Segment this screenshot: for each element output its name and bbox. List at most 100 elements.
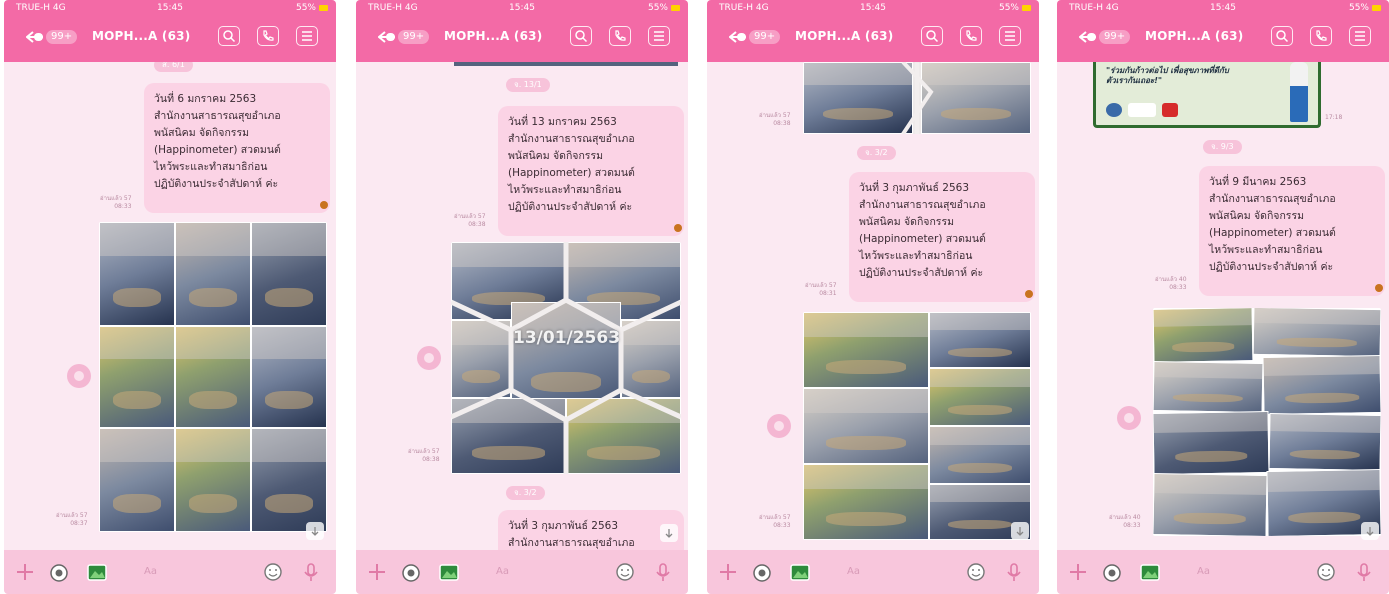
- chat-title[interactable]: MOPH...A (63): [795, 29, 893, 43]
- back-arrow-icon[interactable]: [729, 31, 747, 43]
- read-receipt: อ่านแล้ว 57 08:37: [56, 512, 88, 528]
- menu-icon[interactable]: [1349, 26, 1371, 46]
- text-message[interactable]: วันที่ 13 มกราคม 2563 สำนักงานสาธารณสุขอ…: [498, 106, 684, 236]
- phone-icon[interactable]: [1310, 26, 1332, 46]
- read-count: อ่านแล้ว 40: [1109, 514, 1141, 521]
- camera-icon[interactable]: [400, 561, 422, 583]
- photo-tile: [566, 398, 681, 474]
- emoji-icon[interactable]: [614, 561, 636, 583]
- image-icon[interactable]: [86, 561, 108, 583]
- status-time: 15:45: [1210, 3, 1236, 13]
- message-input[interactable]: Aa: [496, 566, 509, 577]
- chat-area[interactable]: จ. 13/1 วันที่ 13 มกราคม 2563 สำนักงานสา…: [356, 62, 688, 550]
- photo-collage[interactable]: 13/01/2563: [451, 242, 681, 474]
- back-arrow-icon[interactable]: [1079, 31, 1097, 43]
- photo-tile: [175, 326, 251, 428]
- emoji-icon[interactable]: [1315, 561, 1337, 583]
- microphone-icon[interactable]: [1353, 561, 1375, 583]
- avatar[interactable]: [767, 414, 791, 438]
- camera-icon[interactable]: [48, 561, 70, 583]
- camera-icon[interactable]: [1101, 561, 1123, 583]
- phone-icon[interactable]: [257, 26, 279, 46]
- status-bar: TRUE-H 4G 15:45 55%: [356, 0, 688, 16]
- scroll-down-icon[interactable]: [1011, 522, 1029, 540]
- scroll-down-icon[interactable]: [1361, 522, 1379, 540]
- search-icon[interactable]: [921, 26, 943, 46]
- menu-icon[interactable]: [999, 26, 1021, 46]
- unread-badge[interactable]: 99+: [46, 30, 78, 44]
- chat-area[interactable]: ส. 6/1 วันที่ 6 มกราคม 2563 สำนักงานสาธา…: [4, 62, 336, 550]
- status-carrier: TRUE-H 4G: [719, 3, 769, 13]
- plus-icon[interactable]: [717, 561, 739, 583]
- photo-collage[interactable]: [1153, 308, 1381, 536]
- chat-title[interactable]: MOPH...A (63): [92, 29, 190, 43]
- unread-badge[interactable]: 99+: [398, 30, 430, 44]
- message-input[interactable]: Aa: [847, 566, 860, 577]
- message-time: 08:33: [1169, 284, 1187, 291]
- status-battery-text: 55%: [998, 3, 1019, 13]
- avatar[interactable]: [1117, 406, 1141, 430]
- menu-icon[interactable]: [648, 26, 670, 46]
- text-message[interactable]: วันที่ 6 มกราคม 2563 สำนักงานสาธารณสุขอำ…: [144, 83, 330, 213]
- camera-icon[interactable]: [751, 561, 773, 583]
- microphone-icon[interactable]: [652, 561, 674, 583]
- previous-photo-edge: [454, 62, 678, 66]
- back-arrow-icon[interactable]: [26, 31, 44, 43]
- back-arrow-icon[interactable]: [378, 31, 396, 43]
- avatar[interactable]: [417, 346, 441, 370]
- photo-collage[interactable]: [99, 222, 327, 532]
- read-receipt: อ่านแล้ว 40 08:33: [1109, 514, 1141, 530]
- plus-icon[interactable]: [366, 561, 388, 583]
- status-bar: TRUE-H 4G 15:45 55%: [707, 0, 1039, 16]
- menu-icon[interactable]: [296, 26, 318, 46]
- poster-image[interactable]: "ร่วมกันก้าวต่อไป เพื่อสุขภาพที่ดีกับ ตั…: [1093, 62, 1321, 128]
- search-icon[interactable]: [218, 26, 240, 46]
- search-icon[interactable]: [570, 26, 592, 46]
- text-message[interactable]: วันที่ 3 กุมภาพันธ์ 2563 สำนักงานสาธารณส…: [849, 172, 1035, 302]
- unread-badge[interactable]: 99+: [749, 30, 781, 44]
- photo-collage[interactable]: [803, 62, 1031, 134]
- chat-area[interactable]: "ร่วมกันก้าวต่อไป เพื่อสุขภาพที่ดีกับ ตั…: [1057, 62, 1389, 550]
- poster-line: "ร่วมกันก้าวต่อไป เพื่อสุขภาพที่ดีกับ: [1106, 66, 1229, 75]
- emoji-icon[interactable]: [965, 561, 987, 583]
- chat-title[interactable]: MOPH...A (63): [444, 29, 542, 43]
- message-input[interactable]: Aa: [144, 566, 157, 577]
- image-icon[interactable]: [1139, 561, 1161, 583]
- image-icon[interactable]: [789, 561, 811, 583]
- phone-icon[interactable]: [609, 26, 631, 46]
- message-input[interactable]: Aa: [1197, 566, 1210, 577]
- battery-icon: [1022, 5, 1031, 11]
- microphone-icon[interactable]: [1003, 561, 1025, 583]
- message-line: สำนักงานสาธารณสุขอำเภอ: [859, 199, 986, 211]
- avatar[interactable]: [67, 364, 91, 388]
- battery-icon: [671, 5, 680, 11]
- microphone-icon[interactable]: [300, 561, 322, 583]
- emoji-icon[interactable]: [262, 561, 284, 583]
- scroll-down-icon[interactable]: [306, 522, 324, 540]
- read-count: อ่านแล้ว 40: [1155, 276, 1187, 283]
- photo-tile: [929, 368, 1031, 426]
- status-bar: TRUE-H 4G 15:45 55%: [1057, 0, 1389, 16]
- message-time: 08:38: [773, 120, 791, 127]
- input-bar: Aa: [4, 550, 336, 594]
- scroll-down-icon[interactable]: [660, 524, 678, 542]
- text-message[interactable]: วันที่ 9 มีนาคม 2563 สำนักงานสาธารณสุขอำ…: [1199, 166, 1385, 296]
- message-line: ปฏิบัติงานประจำสัปดาห์ ค่ะ: [508, 201, 633, 213]
- plus-icon[interactable]: [14, 561, 36, 583]
- logo-icon: [1162, 103, 1178, 117]
- text-message[interactable]: วันที่ 3 กุมภาพันธ์ 2563 สำนักงานสาธารณส…: [498, 510, 684, 550]
- phone-icon[interactable]: [960, 26, 982, 46]
- photo-collage[interactable]: [803, 312, 1031, 540]
- photo-tile: [99, 428, 175, 532]
- status-battery-text: 55%: [295, 3, 316, 13]
- chat-area[interactable]: อ่านแล้ว 57 08:38 จ. 3/2 วันที่ 3 กุมภาพ…: [707, 62, 1039, 550]
- message-line: สำนักงานสาธารณสุขอำเภอ: [508, 133, 635, 145]
- search-icon[interactable]: [1271, 26, 1293, 46]
- unread-badge[interactable]: 99+: [1099, 30, 1131, 44]
- message-line: พนัสนิคม จัดกิจกรรม: [508, 150, 604, 162]
- plus-icon[interactable]: [1067, 561, 1089, 583]
- read-receipt: อ่านแล้ว 57 08:38: [759, 112, 791, 128]
- image-icon[interactable]: [438, 561, 460, 583]
- status-time: 15:45: [157, 3, 183, 13]
- chat-title[interactable]: MOPH...A (63): [1145, 29, 1243, 43]
